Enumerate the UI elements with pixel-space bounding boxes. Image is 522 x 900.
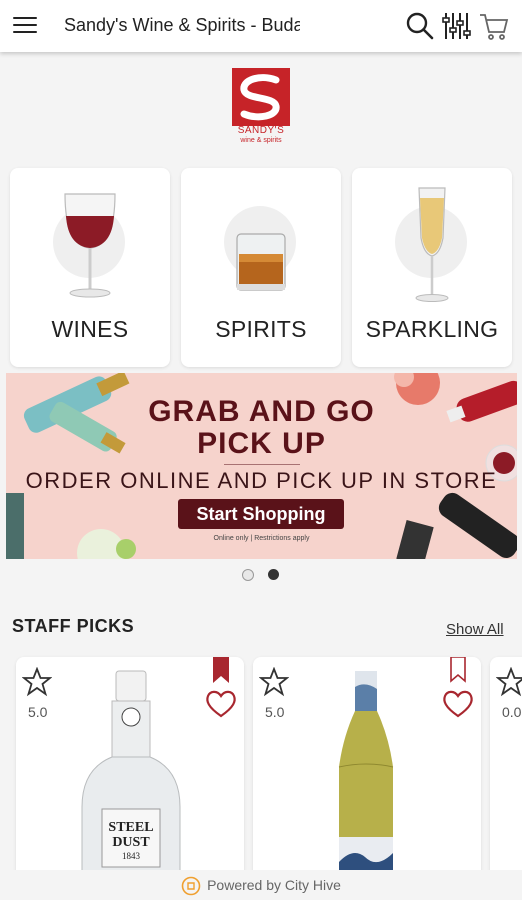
banner-subheadline: ORDER ONLINE AND PICK UP IN STORE	[25, 468, 498, 493]
powered-by-footer: Powered by City Hive	[0, 870, 522, 900]
category-label: WINES	[51, 316, 129, 342]
product-label-year: 1843	[122, 851, 140, 861]
top-app-bar: Sandy's Wine & Spirits - Buda	[0, 0, 522, 52]
filter-icon[interactable]	[440, 10, 472, 42]
logo-tagline: wine & spirits	[240, 137, 282, 144]
product-label-line-2: DUST	[112, 835, 150, 850]
show-all-link[interactable]: Show All	[446, 621, 504, 638]
category-tiles: WINES SPIRITS SPARKLING	[10, 168, 512, 368]
star-icon[interactable]	[496, 667, 522, 697]
promo-banner[interactable]: GRAB AND GO PICK UP ORDER ONLINE AND PIC…	[6, 373, 517, 559]
logo-brand: SANDY'S	[237, 125, 285, 136]
city-hive-logo-icon	[181, 876, 201, 896]
carousel-dot[interactable]	[242, 569, 254, 581]
banner-divider	[224, 464, 300, 465]
app-title: Sandy's Wine & Spirits - Buda	[64, 15, 300, 35]
cart-icon[interactable]	[478, 10, 510, 42]
product-card[interactable]: 5.0 STEEL DUST 1843	[16, 657, 244, 887]
product-image	[338, 671, 394, 887]
menu-icon[interactable]	[13, 15, 39, 37]
banner-fine-print: Online only | Restrictions apply	[213, 535, 310, 542]
product-card[interactable]: 5.0	[253, 657, 481, 887]
category-label: SPIRITS	[215, 316, 307, 342]
carousel-dot-active[interactable]	[268, 569, 279, 580]
category-wines[interactable]: WINES	[10, 168, 170, 367]
section-title: STAFF PICKS	[12, 616, 135, 636]
category-spirits[interactable]: SPIRITS	[181, 168, 341, 367]
product-label-line-1: STEEL	[108, 820, 154, 835]
store-logo[interactable]: SANDY'S wine & spirits	[230, 66, 292, 148]
wine-glass-icon	[64, 193, 116, 298]
footer-text: Powered by City Hive	[207, 877, 341, 893]
banner-headline-2: PICK UP	[197, 427, 326, 460]
start-shopping-button[interactable]: Start Shopping	[178, 499, 344, 529]
category-label: SPARKLING	[365, 316, 499, 342]
product-card[interactable]: 0.0	[490, 657, 522, 887]
whiskey-glass-icon	[236, 233, 286, 291]
product-rating: 0.0	[502, 704, 522, 720]
champagne-flute-icon	[415, 187, 449, 302]
search-icon[interactable]	[404, 10, 436, 42]
category-sparkling[interactable]: SPARKLING	[352, 168, 512, 367]
carousel-indicator	[242, 569, 282, 583]
banner-headline-1: GRAB AND GO	[148, 395, 375, 428]
